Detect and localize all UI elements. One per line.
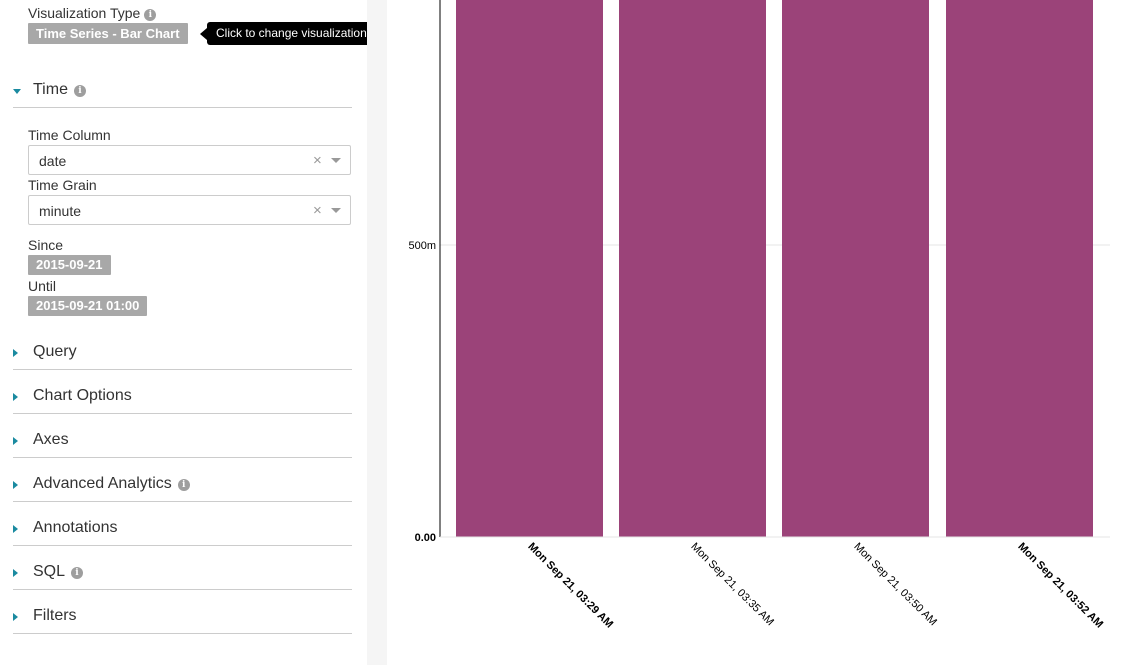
time-grain-label: Time Grain: [28, 177, 97, 193]
section-filters-title: Filters: [33, 607, 77, 624]
caret-right-icon: [13, 525, 18, 533]
visualization-type-label-text: Visualization Type: [28, 5, 141, 21]
caret-right-icon: [13, 569, 18, 577]
time-column-label: Time Column: [28, 127, 111, 143]
panel-divider: [367, 0, 387, 665]
section-time[interactable]: Time i: [13, 78, 352, 108]
chart-area: 0.00 500m Mon Sep 21, 03:29 AM Mon Sep 21, …: [387, 0, 1125, 665]
caret-right-icon: [13, 393, 18, 401]
y-tick-label: 500m: [408, 240, 436, 252]
bar[interactable]: [456, 0, 603, 537]
bar[interactable]: [946, 0, 1093, 537]
section-axes[interactable]: Axes: [13, 428, 352, 458]
section-time-label: Time: [33, 81, 68, 98]
section-query[interactable]: Query: [13, 340, 352, 370]
time-grain-select[interactable]: minute ×: [28, 195, 351, 225]
x-tick-label: Mon Sep 21, 03:35 AM: [688, 541, 776, 629]
info-icon[interactable]: i: [177, 479, 190, 491]
section-axes-title: Axes: [33, 431, 69, 448]
visualization-type-label: Visualization Type i: [28, 5, 157, 21]
section-chart-options-title: Chart Options: [33, 387, 132, 404]
info-icon[interactable]: i: [71, 567, 84, 579]
clear-icon[interactable]: ×: [313, 152, 322, 169]
time-column-value: date: [39, 153, 67, 169]
caret-right-icon: [13, 437, 18, 445]
since-label: Since: [28, 237, 64, 253]
caret-down-icon: [13, 89, 21, 94]
info-icon[interactable]: i: [144, 9, 157, 21]
caret-right-icon: [13, 613, 18, 621]
control-panel-sidebar: Visualization Type i Time Series - Bar Ch…: [0, 0, 402, 665]
section-annotations-title: Annotations: [33, 519, 118, 536]
section-sql-label: SQL: [33, 563, 66, 580]
time-column-select[interactable]: date ×: [28, 145, 351, 175]
caret-right-icon: [13, 349, 18, 357]
section-time-title: Time i: [33, 81, 86, 99]
section-sql[interactable]: SQL i: [13, 560, 352, 590]
until-label: Until: [28, 278, 57, 294]
x-tick-label: Mon Sep 21, 03:50 AM: [851, 541, 939, 629]
until-value-button[interactable]: 2015-09-21 01:00: [28, 296, 148, 316]
chevron-down-icon[interactable]: [331, 208, 341, 213]
time-grain-value: minute: [39, 203, 82, 219]
caret-right-icon: [13, 481, 18, 489]
bar-chart: 0.00 500m Mon Sep 21, 03:29 AM Mon Sep 21, …: [408, 0, 1110, 631]
bar[interactable]: [782, 0, 929, 537]
section-advanced-analytics-title: Advanced Analytics i: [33, 475, 190, 493]
section-filters[interactable]: Filters: [13, 604, 352, 634]
chevron-down-icon[interactable]: [331, 158, 341, 163]
visualization-type-button[interactable]: Time Series - Bar Chart: [28, 23, 188, 44]
x-tick-label: Mon Sep 21, 03:29 AM: [525, 541, 615, 631]
section-sql-title: SQL i: [33, 563, 84, 581]
y-tick-label: 0.00: [415, 532, 436, 544]
since-value-button[interactable]: 2015-09-21: [28, 255, 111, 275]
x-tick-label: Mon Sep 21, 03:52 AM: [1015, 541, 1105, 631]
section-chart-options[interactable]: Chart Options: [13, 384, 352, 414]
section-annotations[interactable]: Annotations: [13, 516, 352, 546]
tooltip-arrow: [200, 28, 207, 40]
section-advanced-analytics[interactable]: Advanced Analytics i: [13, 472, 352, 502]
section-advanced-analytics-label: Advanced Analytics: [33, 475, 172, 492]
bar[interactable]: [619, 0, 766, 537]
section-query-title: Query: [33, 343, 77, 360]
clear-icon[interactable]: ×: [313, 202, 322, 219]
info-icon[interactable]: i: [73, 85, 86, 97]
